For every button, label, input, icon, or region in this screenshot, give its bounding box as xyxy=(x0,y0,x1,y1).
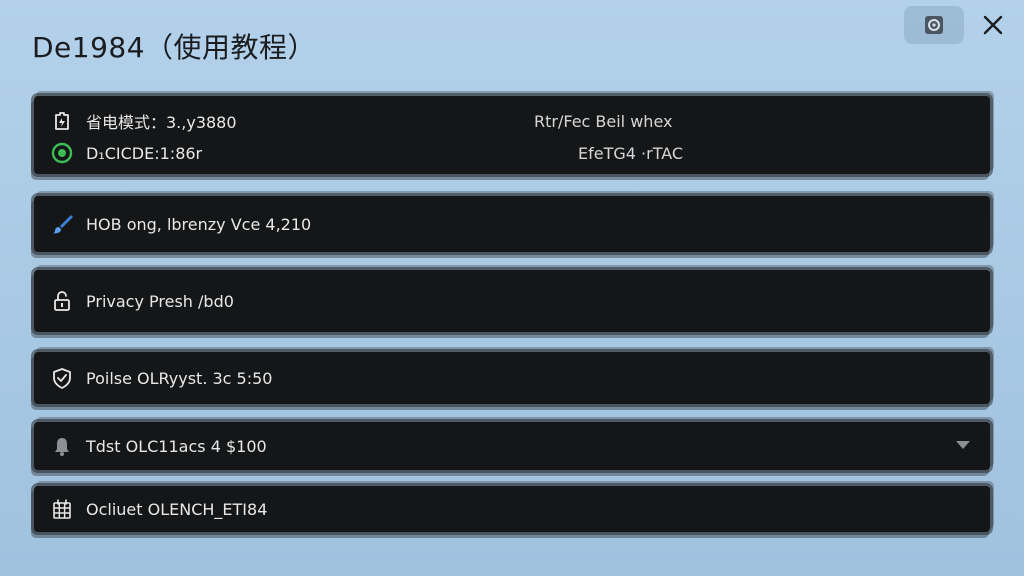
row-main-line: Privacy Presh /bd0 xyxy=(50,288,234,314)
row-main-line: 省电模式：3.,y3880 xyxy=(50,108,237,134)
row-label: 省电模式：3.,y3880 xyxy=(86,113,237,132)
row-label: Privacy Presh /bd0 xyxy=(86,291,234,311)
row-main-line: Ocliuet OLENCH_ETI84 xyxy=(50,496,267,522)
bell-icon xyxy=(50,434,74,458)
row-sub-line: D₁CICDE:1:86r xyxy=(50,140,202,166)
row-sub-label: D₁CICDE:1:86r xyxy=(86,143,203,163)
row-label: Poilse OLRyyst. 3c 5:50 xyxy=(86,368,273,388)
row-main-line: Poilse OLRyyst. 3c 5:50 xyxy=(50,365,272,391)
chevron-down-icon[interactable] xyxy=(954,438,972,452)
battery-saver-icon xyxy=(50,109,74,133)
list-item-collector[interactable]: Ocliuet OLENCH_ETI84 xyxy=(34,486,990,532)
list-item-notifications[interactable]: Tdst OLC11acs 4 $100 xyxy=(34,422,990,470)
green-status-icon xyxy=(50,141,74,165)
row-right-bottom: EfeTG4 ·rTAC xyxy=(578,144,684,163)
page-title: De1984（使用教程） xyxy=(32,31,317,64)
unlock-icon xyxy=(50,289,74,313)
list-item-policy[interactable]: Poilse OLRyyst. 3c 5:50 xyxy=(34,352,990,404)
grid-box-icon xyxy=(50,497,74,521)
row-main-line: HOB ong, lbrenzy Vce 4,210 xyxy=(50,211,311,237)
close-icon xyxy=(982,14,1004,36)
list-item-brush[interactable]: HOB ong, lbrenzy Vce 4,210 xyxy=(34,196,990,252)
list-item-privacy[interactable]: Privacy Presh /bd0 xyxy=(34,270,990,332)
settings-button[interactable] xyxy=(904,6,964,44)
row-main-line: Tdst OLC11acs 4 $100 xyxy=(50,433,267,459)
shield-check-icon xyxy=(50,366,74,390)
row-label: HOB ong, lbrenzy Vce 4,210 xyxy=(86,214,312,234)
row-label: Tdst OLC11acs 4 $100 xyxy=(86,436,267,456)
close-button[interactable] xyxy=(976,8,1010,42)
list-item-power-saving[interactable]: 省电模式：3.,y3880 D₁CICDE:1:86r Rtr/Fec Beil… xyxy=(34,96,990,174)
brush-icon xyxy=(50,212,74,236)
row-right-top: Rtr/Fec Beil whex xyxy=(534,112,673,131)
row-label: Ocliuet OLENCH_ETI84 xyxy=(86,499,268,519)
settings-icon xyxy=(923,14,945,36)
